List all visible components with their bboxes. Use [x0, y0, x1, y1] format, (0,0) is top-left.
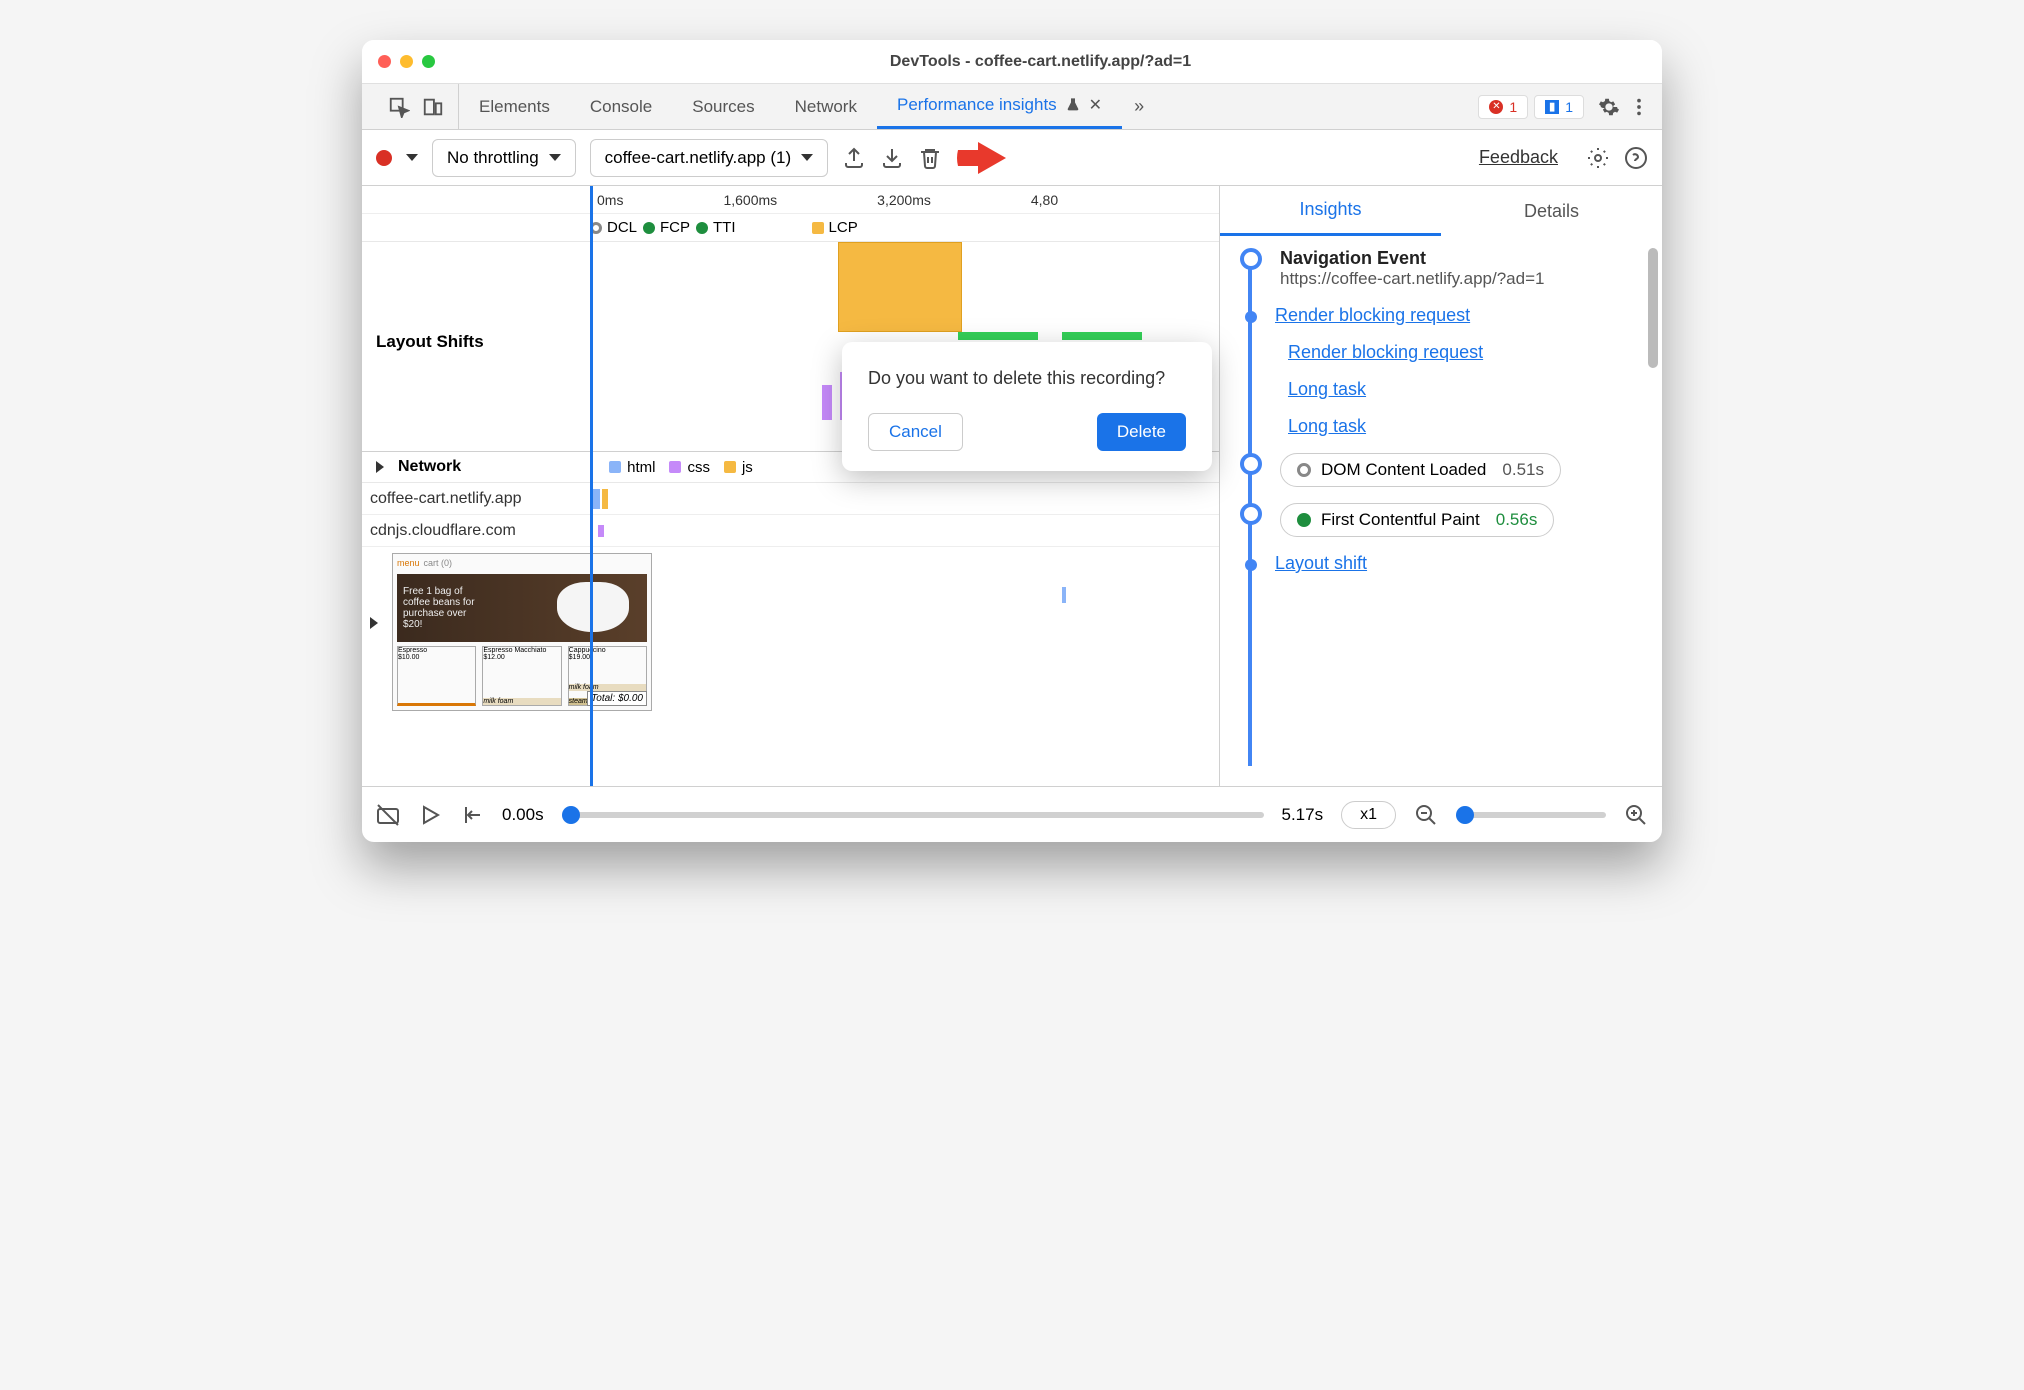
timeline-dot	[1245, 559, 1257, 571]
delete-icon[interactable]	[918, 146, 942, 170]
timeline-ruler: 0ms 1,600ms 3,200ms 4,80	[362, 186, 1219, 214]
cancel-button[interactable]: Cancel	[868, 413, 963, 451]
delete-confirmation-dialog: Do you want to delete this recording? Ca…	[842, 342, 1212, 471]
devtools-window: DevTools - coffee-cart.netlify.app/?ad=1…	[362, 40, 1662, 842]
rewind-icon[interactable]	[460, 803, 484, 827]
layout-shift-bar[interactable]	[1062, 332, 1142, 340]
tab-console[interactable]: Console	[570, 84, 672, 129]
tab-network[interactable]: Network	[775, 84, 877, 129]
scrollbar-thumb[interactable]	[1648, 248, 1658, 368]
close-tab-icon[interactable]: ✕	[1089, 95, 1102, 115]
close-window-button[interactable]	[378, 55, 391, 68]
lcp-block[interactable]	[838, 242, 962, 332]
scrubber-bar: 0.00s 5.17s x1	[362, 786, 1662, 842]
import-icon[interactable]	[880, 146, 904, 170]
right-pane-tabs: Insights Details	[1220, 186, 1662, 236]
nav-event-item[interactable]: Navigation Event https://coffee-cart.net…	[1280, 248, 1642, 289]
devtools-tabs: Elements Console Sources Network Perform…	[362, 84, 1662, 130]
flask-icon	[1065, 97, 1081, 113]
timeline-dot	[1245, 311, 1257, 323]
content-area: 0ms 1,600ms 3,200ms 4,80 DCL FCP TTI LCP…	[362, 186, 1662, 786]
current-time: 0.00s	[502, 805, 544, 825]
titlebar: DevTools - coffee-cart.netlify.app/?ad=1	[362, 40, 1662, 84]
info-count[interactable]: ▮1	[1534, 95, 1584, 119]
playhead-line[interactable]	[590, 186, 593, 786]
more-tabs-icon[interactable]: »	[1122, 96, 1156, 117]
screenshot-toggle-icon[interactable]	[376, 803, 400, 827]
device-toolbar-icon[interactable]	[422, 96, 444, 118]
window-title: DevTools - coffee-cart.netlify.app/?ad=1	[435, 53, 1646, 71]
zoom-in-icon[interactable]	[1624, 803, 1648, 827]
dialog-text: Do you want to delete this recording?	[868, 368, 1186, 389]
record-dropdown-icon[interactable]	[406, 154, 418, 161]
gear-icon[interactable]	[1586, 146, 1610, 170]
recording-selector[interactable]: coffee-cart.netlify.app (1)	[590, 139, 828, 177]
network-row[interactable]: coffee-cart.netlify.app	[362, 483, 1219, 515]
throttling-dropdown[interactable]: No throttling	[432, 139, 576, 177]
scrubber-track[interactable]	[562, 812, 1264, 818]
thumb-banner: Free 1 bag of coffee beans for purchase …	[397, 574, 647, 642]
insights-toolbar: No throttling coffee-cart.netlify.app (1…	[362, 130, 1662, 186]
zoom-track[interactable]	[1456, 812, 1606, 818]
marker-fcp[interactable]: FCP	[643, 219, 690, 236]
left-pane: 0ms 1,600ms 3,200ms 4,80 DCL FCP TTI LCP…	[362, 186, 1220, 786]
tab-details[interactable]: Details	[1441, 186, 1662, 236]
chevron-down-icon	[549, 154, 561, 161]
long-task-link[interactable]: Long task	[1288, 379, 1366, 400]
inspect-element-icon[interactable]	[388, 96, 410, 118]
long-task-link[interactable]: Long task	[1288, 416, 1366, 437]
errors-count[interactable]: ✕1	[1478, 95, 1528, 119]
zoom-thumb[interactable]	[1456, 806, 1474, 824]
delete-button[interactable]: Delete	[1097, 413, 1186, 451]
play-icon[interactable]	[418, 803, 442, 827]
more-menu-icon[interactable]	[1628, 96, 1650, 118]
expand-icon[interactable]	[370, 617, 378, 629]
marker-tti[interactable]: TTI	[696, 219, 736, 236]
dcl-pill[interactable]: DOM Content Loaded0.51s	[1280, 453, 1561, 487]
trace-tick	[1062, 587, 1066, 603]
record-button[interactable]	[376, 150, 392, 166]
render-blocking-link[interactable]: Render blocking request	[1275, 305, 1470, 326]
legend-js: js	[724, 459, 753, 476]
annotation-arrow-icon	[956, 138, 1006, 178]
right-pane: Insights Details Navigation Event https:…	[1220, 186, 1662, 786]
feedback-link[interactable]: Feedback	[1479, 147, 1558, 168]
tab-sources[interactable]: Sources	[672, 84, 774, 129]
export-icon[interactable]	[842, 146, 866, 170]
legend-css: css	[669, 459, 710, 476]
tab-elements[interactable]: Elements	[459, 84, 570, 129]
timeline-marker	[1240, 248, 1262, 270]
tab-insights[interactable]: Insights	[1220, 186, 1441, 236]
insights-list: Navigation Event https://coffee-cart.net…	[1220, 236, 1662, 786]
filmstrip-thumbnail[interactable]: menucart (0) Free 1 bag of coffee beans …	[392, 553, 652, 711]
cup-icon	[557, 582, 629, 632]
scrubber-thumb[interactable]	[562, 806, 580, 824]
zoom-out-icon[interactable]	[1414, 803, 1438, 827]
timeline-marker	[1240, 503, 1262, 525]
render-blocking-link[interactable]: Render blocking request	[1288, 342, 1483, 363]
expand-icon[interactable]	[376, 461, 384, 473]
minimize-window-button[interactable]	[400, 55, 413, 68]
traffic-lights	[378, 55, 435, 68]
chevron-down-icon	[801, 154, 813, 161]
filmstrip-section: menucart (0) Free 1 bag of coffee beans …	[362, 547, 1219, 719]
help-icon[interactable]	[1624, 146, 1648, 170]
playback-speed[interactable]: x1	[1341, 801, 1396, 829]
network-title: Network	[398, 458, 461, 476]
maximize-window-button[interactable]	[422, 55, 435, 68]
layout-shift-link[interactable]: Layout shift	[1275, 553, 1367, 574]
markers-row: DCL FCP TTI LCP	[362, 214, 1219, 242]
timeline-marker	[1240, 453, 1262, 475]
layout-shifts-label: Layout Shifts	[376, 332, 484, 352]
fcp-pill[interactable]: First Contentful Paint0.56s	[1280, 503, 1554, 537]
layout-shift-bar[interactable]	[958, 332, 1038, 340]
total-time: 5.17s	[1282, 805, 1324, 825]
thumb-total: Total: $0.00	[587, 691, 647, 706]
marker-dcl[interactable]: DCL	[590, 219, 637, 236]
tab-performance-insights[interactable]: Performance insights ✕	[877, 84, 1122, 129]
network-row[interactable]: cdnjs.cloudflare.com	[362, 515, 1219, 547]
settings-gear-icon[interactable]	[1598, 96, 1620, 118]
marker-lcp[interactable]: LCP	[812, 219, 858, 236]
legend-html: html	[609, 459, 655, 476]
